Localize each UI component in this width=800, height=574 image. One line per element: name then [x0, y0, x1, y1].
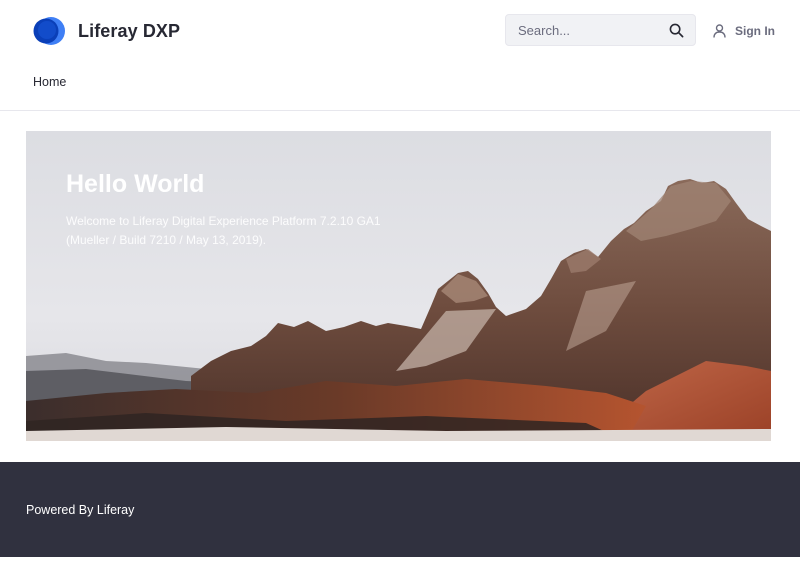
- sign-in-link[interactable]: Sign In: [713, 21, 775, 41]
- sign-in-label: Sign In: [735, 24, 775, 38]
- search-box: [505, 14, 696, 46]
- hero-title: Hello World: [66, 170, 205, 198]
- search-icon[interactable]: [669, 23, 684, 38]
- search-input[interactable]: [506, 15, 656, 45]
- site-name[interactable]: Liferay DXP: [78, 19, 180, 43]
- nav-item-home[interactable]: Home: [33, 75, 66, 89]
- hero-banner: Hello World Welcome to Liferay Digital E…: [26, 131, 771, 441]
- hero-description: Welcome to Liferay Digital Experience Pl…: [66, 214, 381, 247]
- main-navigation: Home: [0, 64, 800, 111]
- powered-by-text[interactable]: Powered By Liferay: [26, 503, 134, 517]
- site-header: Liferay DXP Sign In: [0, 0, 800, 64]
- site-footer: Powered By Liferay: [0, 462, 800, 557]
- user-icon: [713, 24, 726, 38]
- liferay-logo-icon[interactable]: [32, 15, 66, 47]
